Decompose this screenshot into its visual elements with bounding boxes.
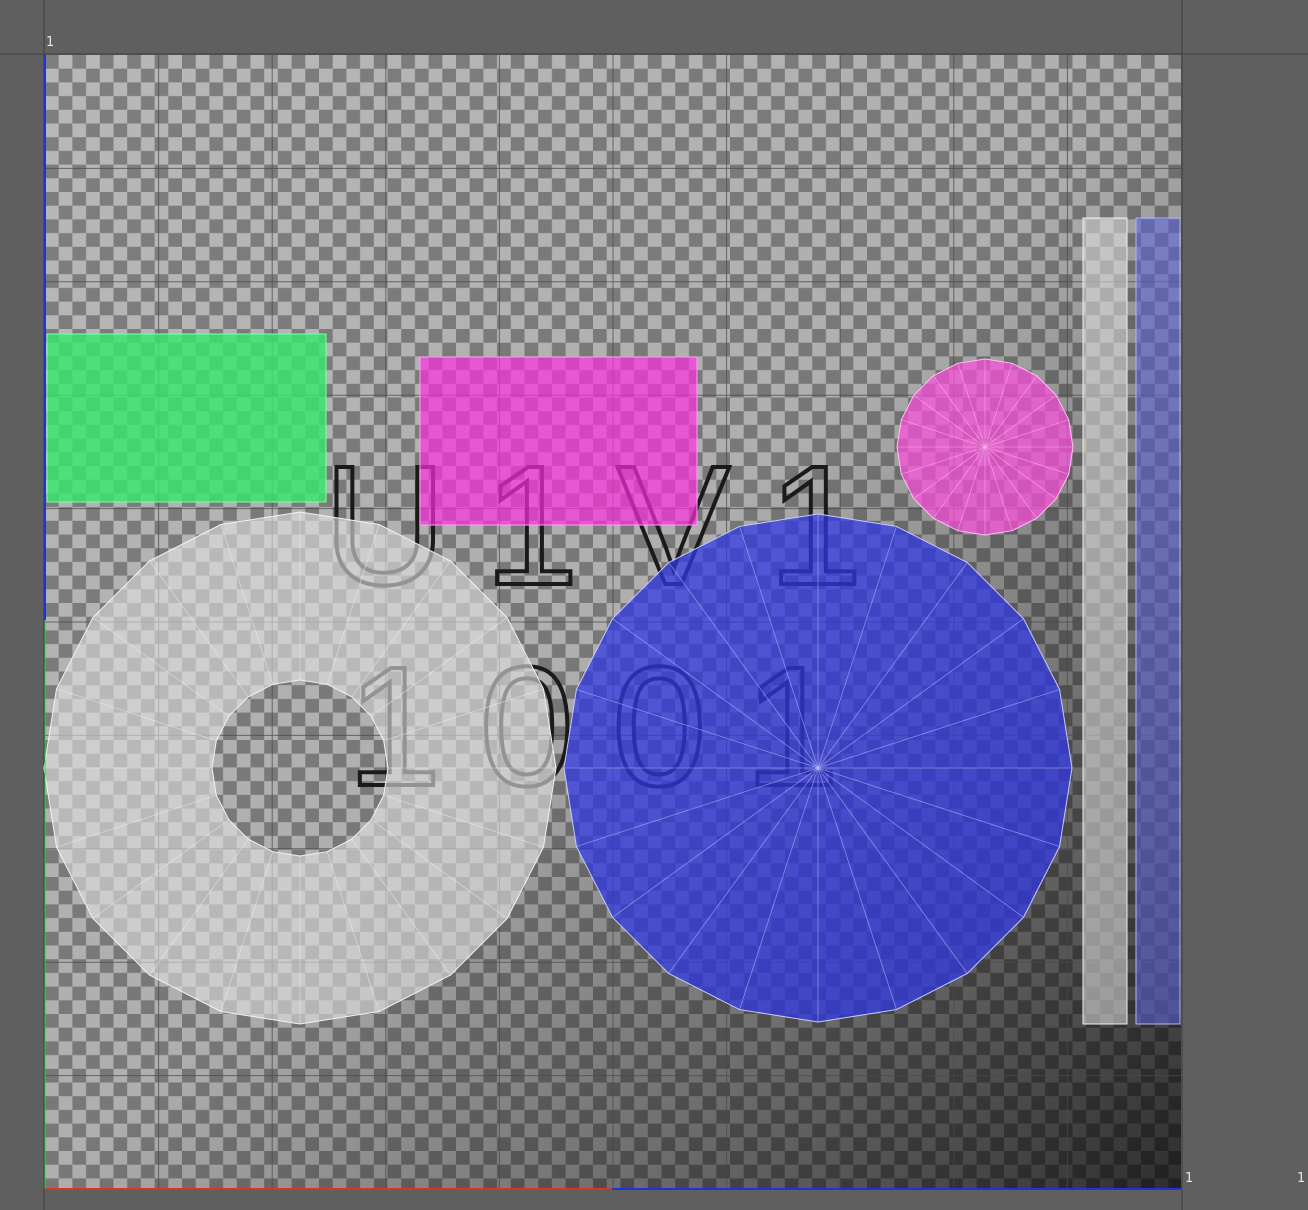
uv-coord-label-bottom-right: 1 xyxy=(1185,1171,1194,1186)
uv-shell-blue-strip[interactable] xyxy=(1135,217,1181,1025)
uv-coord-label-top-left: 1 xyxy=(46,35,55,50)
uv-shell-pink-disc[interactable] xyxy=(896,358,1074,536)
uv-viewport[interactable]: U1V1 1001 xyxy=(0,0,1308,1210)
uv-shell-magenta-rectangle[interactable] xyxy=(419,356,698,526)
uv-shell-green-rectangle[interactable] xyxy=(46,333,327,503)
uv-coord-label-far-right: 1 xyxy=(1297,1171,1306,1186)
uv-shell-gray-strip[interactable] xyxy=(1082,217,1128,1025)
